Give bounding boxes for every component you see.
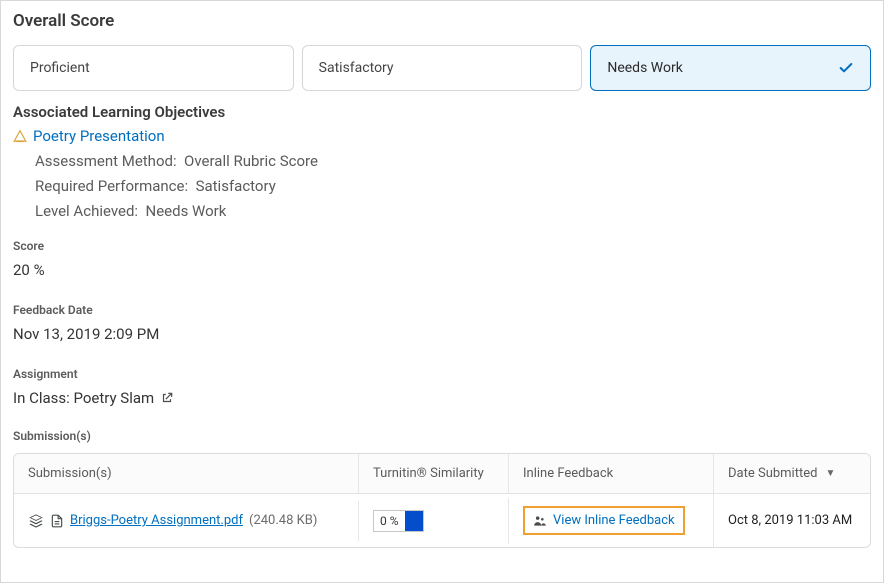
- tile-proficient[interactable]: Proficient: [13, 45, 294, 91]
- assessment-method-value: Overall Rubric Score: [184, 152, 318, 170]
- cell-date: Oct 8, 2019 11:03 AM: [714, 501, 870, 540]
- assignment-link-icon[interactable]: [160, 391, 174, 405]
- tile-label: Proficient: [30, 60, 90, 76]
- submissions-label: Submission(s): [13, 429, 871, 443]
- feedback-date-label: Feedback Date: [13, 303, 871, 317]
- col-similarity-header[interactable]: Turnitin® Similarity: [359, 454, 509, 493]
- file-size: (240.48 KB): [249, 513, 317, 528]
- check-icon: [838, 60, 854, 76]
- required-perf-row: Required Performance: Satisfactory: [35, 174, 871, 199]
- assignment-label: Assignment: [13, 367, 871, 381]
- cell-similarity: 0 %: [359, 498, 509, 544]
- assignment-value: In Class: Poetry Slam: [13, 389, 871, 407]
- submission-file-link[interactable]: Briggs-Poetry Assignment.pdf: [70, 513, 243, 528]
- tile-needs-work[interactable]: Needs Work: [590, 45, 871, 91]
- col-submission-header[interactable]: Submission(s): [14, 454, 359, 493]
- tile-satisfactory[interactable]: Satisfactory: [302, 45, 583, 91]
- required-perf-value: Satisfactory: [196, 177, 276, 195]
- submission-stack-icon: [28, 513, 44, 529]
- assessment-method-label: Assessment Method:: [35, 152, 177, 170]
- alo-link[interactable]: Poetry Presentation: [33, 127, 165, 145]
- feedback-icon: [533, 514, 547, 528]
- table-row: Briggs-Poetry Assignment.pdf (240.48 KB)…: [14, 494, 870, 547]
- table-header-row: Submission(s) Turnitin® Similarity Inlin…: [14, 454, 870, 494]
- tile-label: Satisfactory: [319, 60, 394, 76]
- assessment-method-row: Assessment Method: Overall Rubric Score: [35, 149, 871, 174]
- document-icon: [50, 513, 64, 529]
- alo-heading: Associated Learning Objectives: [13, 103, 871, 121]
- sort-desc-icon: ▼: [825, 468, 835, 479]
- score-label: Score: [13, 239, 871, 253]
- inline-feedback-highlight: View Inline Feedback: [523, 506, 685, 535]
- alo-link-row: Poetry Presentation: [13, 127, 871, 145]
- required-perf-label: Required Performance:: [35, 177, 188, 195]
- col-date-header[interactable]: Date Submitted ▼: [714, 454, 870, 493]
- feedback-page: Overall Score Proficient Satisfactory Ne…: [0, 0, 884, 583]
- col-feedback-header[interactable]: Inline Feedback: [509, 454, 714, 493]
- submissions-table: Submission(s) Turnitin® Similarity Inlin…: [13, 453, 871, 548]
- cell-submission: Briggs-Poetry Assignment.pdf (240.48 KB): [14, 501, 359, 541]
- tile-label: Needs Work: [607, 60, 682, 76]
- objective-icon: [13, 129, 27, 143]
- assignment-text: In Class: Poetry Slam: [13, 389, 154, 407]
- feedback-date-value: Nov 13, 2019 2:09 PM: [13, 325, 871, 343]
- similarity-value: 0 %: [374, 514, 405, 528]
- col-date-text: Date Submitted: [728, 466, 817, 481]
- score-tiles: Proficient Satisfactory Needs Work: [13, 45, 871, 91]
- score-value: 20 %: [13, 261, 871, 279]
- level-achieved-row: Level Achieved: Needs Work: [35, 199, 871, 224]
- level-achieved-value: Needs Work: [146, 202, 227, 220]
- similarity-indicator[interactable]: 0 %: [373, 510, 424, 532]
- alo-details: Assessment Method: Overall Rubric Score …: [35, 149, 871, 223]
- view-inline-feedback-link[interactable]: View Inline Feedback: [553, 513, 675, 528]
- cell-inline-feedback: View Inline Feedback: [509, 494, 714, 547]
- similarity-swatch: [405, 510, 423, 532]
- level-achieved-label: Level Achieved:: [35, 202, 138, 220]
- overall-score-heading: Overall Score: [13, 11, 871, 31]
